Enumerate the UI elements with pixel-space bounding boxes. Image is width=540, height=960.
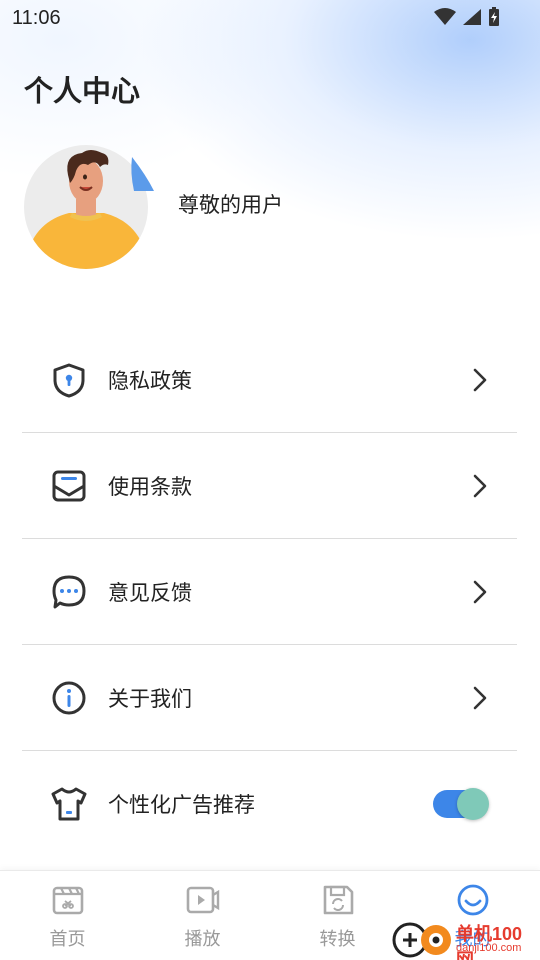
tab-home[interactable]: 首页 bbox=[0, 871, 135, 960]
chevron-right-icon bbox=[473, 686, 487, 709]
menu-item-about-us[interactable]: 关于我们 bbox=[22, 645, 517, 751]
battery-icon bbox=[489, 7, 499, 26]
menu-item-feedback[interactable]: 意见反馈 bbox=[22, 539, 517, 645]
page-title: 个人中心 bbox=[24, 76, 141, 108]
personalized-ads-toggle[interactable] bbox=[433, 788, 489, 820]
clapperboard-icon bbox=[52, 886, 83, 915]
toggle-knob bbox=[457, 788, 489, 820]
menu-item-personalized-ads: 个性化广告推荐 bbox=[22, 751, 517, 857]
status-time: 11:06 bbox=[12, 7, 61, 29]
signal-icon bbox=[463, 9, 481, 25]
status-icons bbox=[434, 7, 500, 27]
menu-label: 个性化广告推荐 bbox=[108, 794, 255, 817]
watermark: 单机100网 danji100.com bbox=[390, 916, 540, 960]
chevron-right-icon bbox=[473, 368, 487, 391]
shield-icon bbox=[50, 361, 88, 399]
status-bar: 11:06 bbox=[0, 0, 540, 36]
menu-label: 关于我们 bbox=[108, 687, 192, 711]
menu-label: 意见反馈 bbox=[108, 581, 192, 605]
info-icon bbox=[50, 679, 88, 717]
save-convert-icon bbox=[323, 885, 353, 915]
watermark-text: 单机100网 bbox=[456, 924, 523, 960]
envelope-icon bbox=[50, 467, 88, 505]
menu-item-terms-of-use[interactable]: 使用条款 bbox=[22, 433, 517, 539]
username: 尊敬的用户 bbox=[178, 194, 283, 217]
tab-convert[interactable]: 转换 bbox=[270, 871, 405, 960]
chevron-right-icon bbox=[473, 474, 487, 497]
menu-item-privacy-policy[interactable]: 隐私政策 bbox=[22, 327, 517, 433]
tab-label: 首页 bbox=[49, 929, 86, 949]
smile-icon bbox=[457, 884, 488, 916]
wifi-icon bbox=[434, 8, 456, 25]
settings-menu: 隐私政策 使用条款 意见反馈 关于我们 个性化广告推荐 bbox=[22, 327, 517, 857]
avatar[interactable] bbox=[24, 145, 159, 270]
chevron-right-icon bbox=[473, 580, 487, 603]
watermark-logo-icon bbox=[392, 922, 451, 958]
menu-label: 隐私政策 bbox=[108, 369, 192, 393]
chat-bubble-icon bbox=[50, 573, 88, 611]
watermark-url: danji100.com bbox=[456, 942, 522, 954]
tab-label: 播放 bbox=[184, 929, 221, 949]
tab-label: 转换 bbox=[319, 929, 356, 949]
tshirt-icon bbox=[50, 785, 88, 823]
video-play-icon bbox=[186, 886, 219, 914]
menu-label: 使用条款 bbox=[108, 475, 192, 499]
tab-play[interactable]: 播放 bbox=[135, 871, 270, 960]
